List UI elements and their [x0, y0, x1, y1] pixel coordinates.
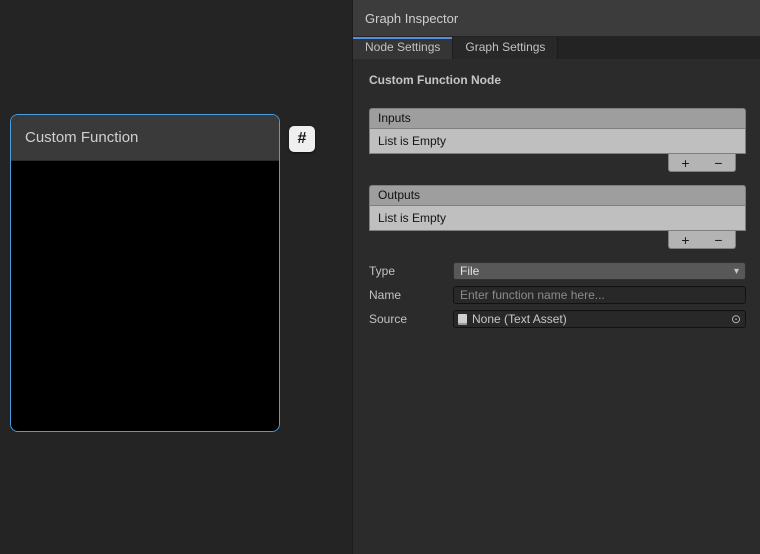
source-label: Source [369, 312, 453, 326]
chevron-down-icon: ▾ [734, 266, 739, 277]
tab-node-settings[interactable]: Node Settings [353, 37, 453, 59]
type-row: Type File ▾ [369, 262, 746, 280]
inputs-list: Inputs List is Empty + − [369, 108, 746, 172]
inputs-list-header[interactable]: Inputs [369, 108, 746, 128]
outputs-add-button[interactable]: + [669, 231, 702, 248]
type-dropdown-value: File [460, 264, 479, 278]
name-row: Name [369, 286, 746, 304]
inspector-title: Graph Inspector [365, 11, 458, 26]
inputs-add-button[interactable]: + [669, 154, 702, 171]
node-preview-body [11, 161, 279, 431]
node-title: Custom Function [25, 129, 138, 146]
inspector-content: Custom Function Node Inputs List is Empt… [353, 59, 760, 328]
shader-graph-window: Custom Function # Graph Inspector Node S… [0, 0, 760, 554]
outputs-list: Outputs List is Empty + − [369, 185, 746, 249]
name-label: Name [369, 288, 453, 302]
custom-function-node[interactable]: Custom Function [10, 114, 280, 432]
outputs-remove-button[interactable]: − [702, 231, 735, 248]
type-label: Type [369, 264, 453, 278]
hash-badge-icon[interactable]: # [289, 126, 315, 152]
type-dropdown[interactable]: File ▾ [453, 262, 746, 280]
object-picker-icon[interactable]: ⊙ [727, 311, 745, 327]
inputs-list-empty: List is Empty [369, 128, 746, 154]
node-header[interactable]: Custom Function [11, 115, 279, 161]
source-row: Source None (Text Asset) ⊙ [369, 310, 746, 328]
graph-inspector-panel: Graph Inspector Node Settings Graph Sett… [352, 0, 760, 554]
source-object-field[interactable]: None (Text Asset) ⊙ [453, 310, 746, 328]
inspector-tabs: Node Settings Graph Settings [353, 37, 760, 59]
inputs-list-footer-bar: + − [668, 154, 736, 172]
inspector-header[interactable]: Graph Inspector [353, 0, 760, 37]
function-name-input[interactable] [453, 286, 746, 304]
inputs-list-footer: + − [369, 154, 746, 172]
tab-graph-settings[interactable]: Graph Settings [453, 37, 558, 59]
outputs-list-empty: List is Empty [369, 205, 746, 231]
text-asset-icon [458, 314, 467, 325]
source-object-value: None (Text Asset) [472, 312, 727, 326]
outputs-list-footer-bar: + − [668, 231, 736, 249]
inputs-remove-button[interactable]: − [702, 154, 735, 171]
outputs-list-header[interactable]: Outputs [369, 185, 746, 205]
outputs-list-footer: + − [369, 231, 746, 249]
section-title: Custom Function Node [369, 73, 746, 87]
